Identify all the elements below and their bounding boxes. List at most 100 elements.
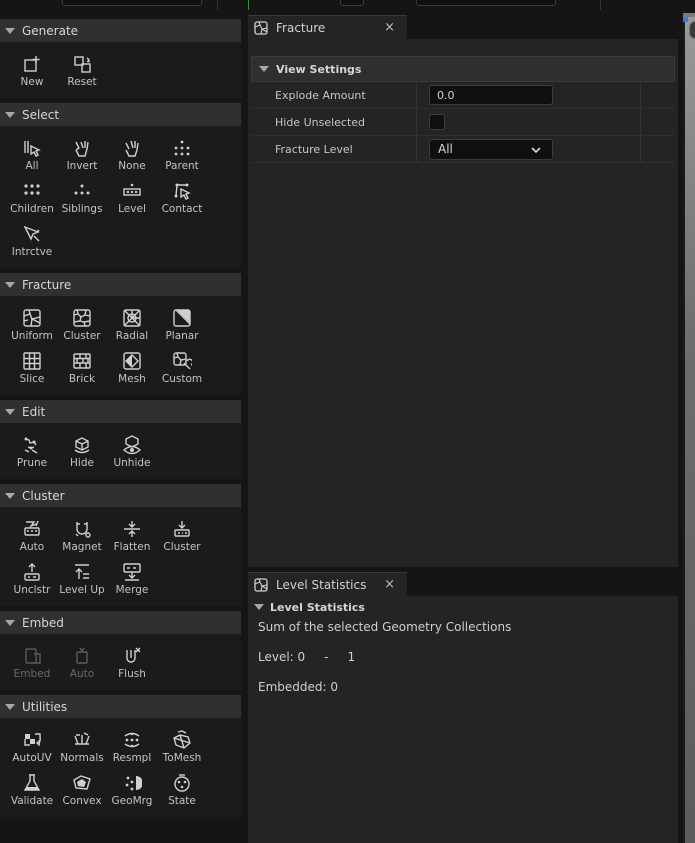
select-intrctve-button[interactable]: Intrctve — [7, 219, 57, 262]
select-invert-button[interactable]: Invert — [57, 133, 107, 176]
category-header-cluster[interactable]: Cluster — [0, 484, 241, 507]
cluster-unclstr-button[interactable]: Unclstr — [7, 557, 57, 600]
utilities-validate-button[interactable]: Validate — [7, 768, 57, 811]
category-title: Utilities — [22, 699, 68, 714]
hide-unselected-checkbox[interactable] — [429, 114, 445, 130]
top-separator — [217, 0, 218, 10]
geo-merge-icon — [125, 776, 142, 791]
select-level-button[interactable]: Level — [107, 176, 157, 219]
fracture-slice-button[interactable]: Slice — [7, 346, 57, 389]
tool-label: Intrctve — [11, 246, 53, 258]
tool-label: Reset — [67, 76, 97, 88]
utilities-geomrg-button[interactable]: GeoMrg — [107, 768, 157, 811]
category-header-utilities[interactable]: Utilities — [0, 695, 241, 718]
edit-hide-button[interactable]: Hide — [57, 430, 107, 473]
mesh-icon — [123, 352, 141, 370]
tool-label: Magnet — [62, 541, 102, 553]
category-header-edit[interactable]: Edit — [0, 400, 241, 423]
contact-icon — [174, 183, 191, 200]
resample-icon — [124, 732, 140, 748]
cluster-cluster-button[interactable]: Cluster — [157, 514, 207, 557]
edit-prune-button[interactable]: Prune — [7, 430, 57, 473]
generate-reset-button[interactable]: Reset — [57, 49, 107, 92]
generate-new-button[interactable]: New — [7, 49, 57, 92]
embed-auto-button[interactable]: Auto — [57, 641, 107, 684]
category-header-generate[interactable]: Generate — [0, 19, 241, 42]
collapse-arrow-icon — [5, 111, 15, 118]
planar-icon — [173, 309, 191, 327]
select-all-button[interactable]: All — [7, 133, 57, 176]
utilities-autouv-button[interactable]: AutoUV — [7, 725, 57, 768]
utilities-normals-button[interactable]: Normals — [57, 725, 107, 768]
reset-icon — [74, 56, 91, 73]
interactive-icon — [23, 225, 40, 242]
fracture-toolbox: Generate New Reset Select All Invert None Paren… — [0, 19, 241, 843]
fracture-cluster-button[interactable]: Cluster — [57, 303, 107, 346]
cluster-auto-button[interactable]: Auto — [7, 514, 57, 557]
level-statistics-header[interactable]: Level Statistics — [248, 596, 678, 618]
category-utilities: Utilities AutoUV Normals Resmpl ToMesh Valida… — [0, 695, 241, 817]
tool-label: AutoUV — [12, 752, 52, 764]
select-none-button[interactable]: None — [107, 133, 157, 176]
hide-icon — [74, 437, 90, 454]
select-children-button[interactable]: Children — [7, 176, 57, 219]
close-icon[interactable]: × — [384, 577, 395, 592]
fracture-custom-button[interactable]: Custom — [157, 346, 207, 389]
fracture-level-dropdown[interactable]: All — [429, 138, 553, 160]
select-parent-button[interactable]: Parent — [157, 133, 207, 176]
top-dropdown-field[interactable] — [416, 0, 556, 6]
category-title: Fracture — [22, 277, 72, 292]
close-icon[interactable]: × — [384, 20, 395, 35]
fracture-brick-button[interactable]: Brick — [57, 346, 107, 389]
explode-amount-input[interactable]: 0.0 — [429, 85, 553, 105]
tool-label: Validate — [10, 795, 54, 807]
cluster-merge-button[interactable]: Merge — [107, 557, 157, 600]
cluster-icon — [174, 521, 190, 537]
top-button[interactable] — [340, 0, 364, 6]
fracture-planar-button[interactable]: Planar — [157, 303, 207, 346]
category-header-select[interactable]: Select — [0, 103, 241, 126]
utilities-convex-button[interactable]: Convex — [57, 768, 107, 811]
utilities-tomesh-button[interactable]: ToMesh — [157, 725, 207, 768]
tab-fracture[interactable]: Fracture × — [248, 15, 407, 39]
viewport-edge[interactable] — [683, 13, 695, 843]
select-none-icon — [125, 140, 139, 157]
level-statistics-title: Level Statistics — [270, 600, 365, 614]
level-statistics-panel: Level Statistics × Level Statistics Sum … — [248, 572, 678, 843]
embed-embed-button[interactable]: Embed — [7, 641, 57, 684]
category-header-embed[interactable]: Embed — [0, 611, 241, 634]
cluster-level-up-button[interactable]: Level Up — [57, 557, 107, 600]
viewport-menu-button[interactable] — [689, 21, 695, 39]
fracture-mesh-button[interactable]: Mesh — [107, 346, 157, 389]
fracture-level-row: Fracture Level All — [251, 136, 675, 163]
category-tools: AutoUV Normals Resmpl ToMesh Validate Convex G… — [0, 718, 241, 817]
select-siblings-button[interactable]: Siblings — [57, 176, 107, 219]
unhide-icon — [122, 435, 142, 455]
top-search-field[interactable] — [62, 0, 202, 6]
embed-flush-button[interactable]: Flush — [107, 641, 157, 684]
category-header-fracture[interactable]: Fracture — [0, 273, 241, 296]
fracture-radial-button[interactable]: Radial — [107, 303, 157, 346]
tool-label: Flatten — [113, 541, 151, 553]
cluster-flatten-button[interactable]: Flatten — [107, 514, 157, 557]
category-title: Edit — [22, 404, 46, 419]
fracture-uniform-button[interactable]: Uniform — [7, 303, 57, 346]
tool-label: State — [168, 795, 196, 807]
edit-unhide-button[interactable]: Unhide — [107, 430, 157, 473]
collapse-arrow-icon — [5, 492, 15, 499]
collapse-arrow-icon — [5, 619, 15, 626]
state-icon — [174, 774, 190, 792]
tool-label: Flush — [118, 668, 146, 680]
view-settings-title: View Settings — [276, 62, 362, 76]
tool-label: Convex — [62, 795, 102, 807]
select-contact-button[interactable]: Contact — [157, 176, 207, 219]
prune-icon — [24, 437, 38, 454]
tool-label: Children — [10, 203, 54, 215]
utilities-state-button[interactable]: State — [157, 768, 207, 811]
cluster-magnet-button[interactable]: Magnet — [57, 514, 107, 557]
utilities-resmpl-button[interactable]: Resmpl — [107, 725, 157, 768]
view-settings-header[interactable]: View Settings — [251, 56, 675, 82]
siblings-icon — [74, 184, 90, 195]
tab-level-statistics[interactable]: Level Statistics × — [248, 572, 407, 596]
new-icon — [24, 56, 40, 72]
